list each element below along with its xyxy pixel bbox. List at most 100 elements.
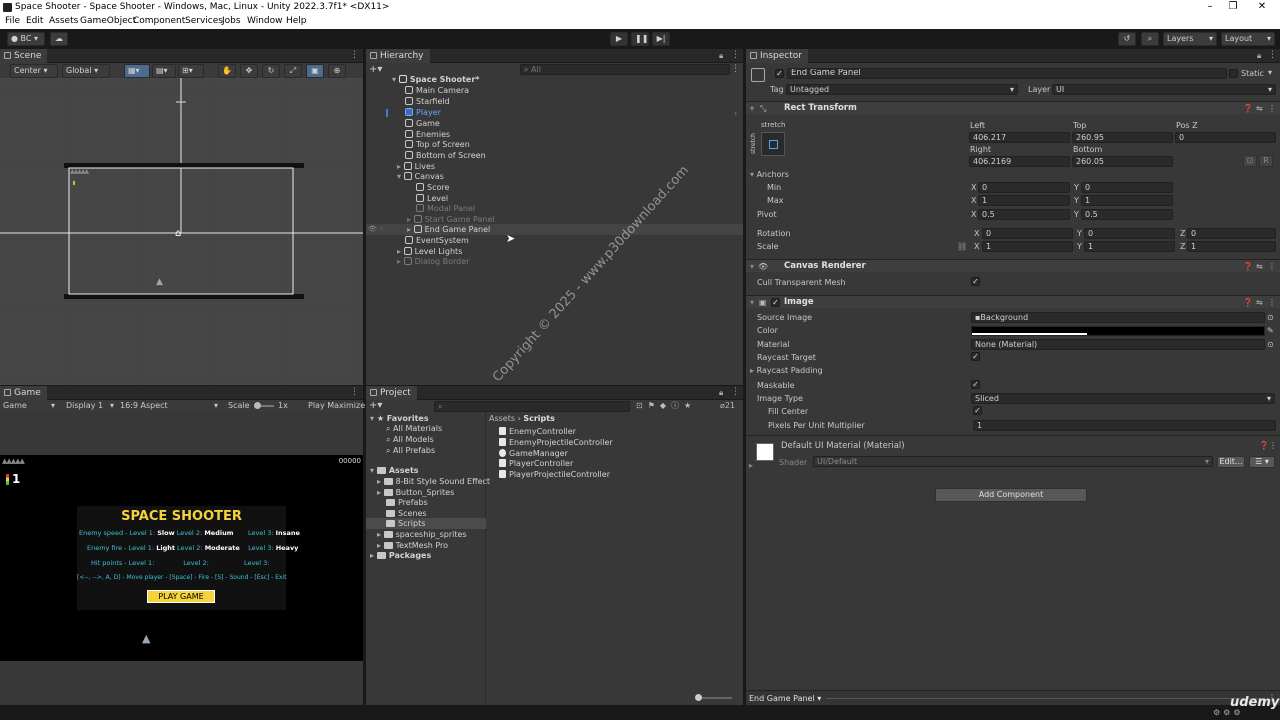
menu-services[interactable]: Services — [185, 16, 223, 26]
object-name-field[interactable]: End Game Panel — [787, 68, 1227, 79]
move-tool-icon[interactable]: ✥ — [240, 64, 258, 78]
edit-shader-button[interactable]: Edit... — [1217, 456, 1245, 468]
rotation-z[interactable]: 0 — [1187, 228, 1276, 239]
script-file[interactable]: EnemyProjectileController — [499, 437, 613, 448]
script-file[interactable]: PlayerController — [499, 458, 573, 469]
history-icon[interactable]: ↺ — [1118, 32, 1136, 46]
anchor-max-y[interactable]: 1 — [1081, 195, 1173, 206]
more-icon[interactable]: ⋮ — [1269, 441, 1277, 450]
anchor-preset-button[interactable] — [761, 132, 785, 156]
color-swatch[interactable] — [971, 326, 1265, 336]
favorite-item[interactable]: ⌕ All Models — [386, 434, 434, 445]
preset-icon[interactable]: ⇋ — [1256, 104, 1263, 113]
scale-x[interactable]: 1 — [982, 241, 1073, 252]
pivot-y[interactable]: 0.5 — [1081, 209, 1173, 220]
add-icon[interactable]: +▾ — [369, 64, 382, 75]
active-checkbox[interactable]: ✓ — [775, 69, 784, 78]
preset-icon[interactable]: ⇋ — [1256, 262, 1263, 271]
preview-object-dropdown[interactable]: End Game Panel ▾ — [749, 694, 821, 703]
object-picker-icon[interactable]: ⊙ — [1267, 313, 1274, 322]
transform-tool-icon[interactable]: ⊕ — [328, 64, 346, 78]
lock-icon[interactable]: 🔒︎ — [719, 51, 723, 61]
help-icon[interactable]: ❓ — [1243, 298, 1253, 307]
more-icon[interactable]: ⋮ — [1268, 262, 1276, 271]
layer-dropdown[interactable]: UI ▾ — [1052, 84, 1276, 95]
step-button[interactable]: ▶| — [652, 32, 670, 46]
menu-edit[interactable]: Edit — [26, 16, 43, 26]
scale-y[interactable]: 1 — [1084, 241, 1175, 252]
play-game-button[interactable]: PLAY GAME — [147, 590, 215, 603]
lock-icon[interactable]: 🔒︎ — [719, 388, 723, 398]
rotation-y[interactable]: 0 — [1084, 228, 1175, 239]
search-icon[interactable]: ⌕ — [1141, 32, 1159, 46]
help-icon[interactable]: ❓ — [1243, 104, 1253, 113]
tab-hierarchy[interactable]: Hierarchy — [366, 49, 430, 63]
project-search-input[interactable]: ⌕ — [434, 401, 630, 412]
close-icon[interactable]: ✕ — [1252, 1, 1272, 13]
more-icon[interactable]: ⋮ — [1268, 298, 1276, 307]
anchors-foldout[interactable]: ▾ Anchors — [750, 170, 789, 179]
menu-help[interactable]: Help — [286, 16, 307, 26]
hierarchy-item-end-game-panel[interactable]: ▸ End Game Panel — [407, 224, 490, 235]
rect-tool-icon[interactable]: ▣ — [306, 64, 324, 78]
menu-jobs[interactable]: Jobs — [222, 16, 241, 26]
anchor-min-x[interactable]: 0 — [978, 182, 1070, 193]
play-maximize-toggle[interactable]: Play Maximize — [308, 401, 365, 410]
menu-window[interactable]: Window — [247, 16, 283, 26]
tag-dropdown[interactable]: Untagged ▾ — [786, 84, 1018, 95]
chevron-right-icon[interactable]: ▸ — [749, 461, 753, 470]
maskable-checkbox[interactable]: ✓ — [971, 380, 980, 389]
lock-icon[interactable]: 🔒︎ — [1257, 51, 1261, 61]
image-component-header[interactable]: ▾ ▣ ✓ Image ❓ ⇋ ⋮ — [746, 295, 1280, 308]
add-icon[interactable]: +▾ — [369, 400, 382, 411]
game-mode-dropdown[interactable]: Game ▾ — [3, 401, 57, 410]
more-icon[interactable]: ⋮ — [350, 388, 359, 397]
asset-folder[interactable]: Prefabs — [386, 497, 428, 508]
more-icon[interactable]: ⋮ — [350, 51, 359, 60]
icon-size-thumb[interactable] — [695, 694, 702, 701]
menu-gameobject[interactable]: GameObject — [80, 16, 136, 26]
hierarchy-search-input[interactable]: ⌕ All — [520, 64, 730, 75]
hierarchy-item[interactable]: ▸ Dialog Border — [397, 256, 469, 267]
raw-edit-button[interactable]: R — [1259, 155, 1273, 167]
more-icon[interactable]: ⋮ — [731, 51, 740, 60]
anchor-max-x[interactable]: 1 — [978, 195, 1070, 206]
grid-icon[interactable]: ▤▾ — [152, 64, 176, 78]
canvas-renderer-header[interactable]: ▾ 👁︎ Canvas Renderer ❓ ⇋ ⋮ — [746, 259, 1280, 272]
project-filter-icons[interactable]: ⊡⚑◆ⓘ★ — [636, 400, 696, 411]
eyedropper-icon[interactable]: ✎ — [1267, 326, 1274, 335]
ppu-field[interactable]: 1 — [973, 420, 1276, 431]
hierarchy-item[interactable]: Score — [416, 182, 449, 193]
maximize-icon[interactable]: ❐ — [1223, 1, 1243, 13]
shader-menu-button[interactable]: ☰ ▾ — [1249, 456, 1275, 468]
hierarchy-item[interactable]: EventSystem — [405, 235, 469, 246]
image-enabled-checkbox[interactable]: ✓ — [771, 298, 780, 307]
tab-scene[interactable]: Scene — [0, 49, 48, 63]
link-icon[interactable]: ⛓ — [957, 242, 967, 251]
pause-button[interactable]: ❚❚ — [631, 32, 649, 46]
script-file[interactable]: PlayerProjectileController — [499, 469, 610, 480]
image-type-dropdown[interactable]: Sliced ▾ — [971, 393, 1275, 404]
static-dropdown[interactable]: ▾ — [1268, 68, 1272, 77]
anchor-min-y[interactable]: 0 — [1081, 182, 1173, 193]
rotation-x[interactable]: 0 — [982, 228, 1073, 239]
more-icon[interactable]: ⋮ — [1268, 51, 1277, 60]
left-field[interactable]: 406.217 — [969, 132, 1070, 143]
asset-folder[interactable]: ▸ spaceship_sprites — [377, 529, 467, 540]
packages-folder[interactable]: ▸ Packages — [370, 550, 431, 561]
hierarchy-item[interactable]: ▾ Canvas — [397, 171, 444, 182]
game-screen[interactable]: ▲▲▲▲▲ 00000 1 SPACE SHOOTER Enemy speed … — [0, 455, 363, 661]
breadcrumb-scripts[interactable]: Scripts — [523, 414, 555, 423]
assets-folder[interactable]: ▾ Assets — [370, 465, 419, 476]
hierarchy-scene-root[interactable]: ▾ Space Shooter* — [392, 74, 479, 85]
help-icon[interactable]: ❓ — [1259, 441, 1269, 450]
blueprint-mode-button[interactable]: ⊡ — [1243, 155, 1257, 167]
rotate-tool-icon[interactable]: ↻ — [262, 64, 280, 78]
tab-game[interactable]: Game — [0, 386, 47, 400]
hierarchy-item[interactable]: Starfield — [405, 96, 450, 107]
shader-dropdown[interactable]: UI/Default ▾ — [813, 456, 1213, 467]
space-dropdown[interactable]: Global ▾ — [62, 64, 110, 78]
raycast-padding-foldout[interactable]: ▸ Raycast Padding — [750, 366, 823, 375]
more-icon[interactable]: ⋮ — [1268, 104, 1276, 113]
hierarchy-item-player[interactable]: Player — [405, 107, 441, 118]
